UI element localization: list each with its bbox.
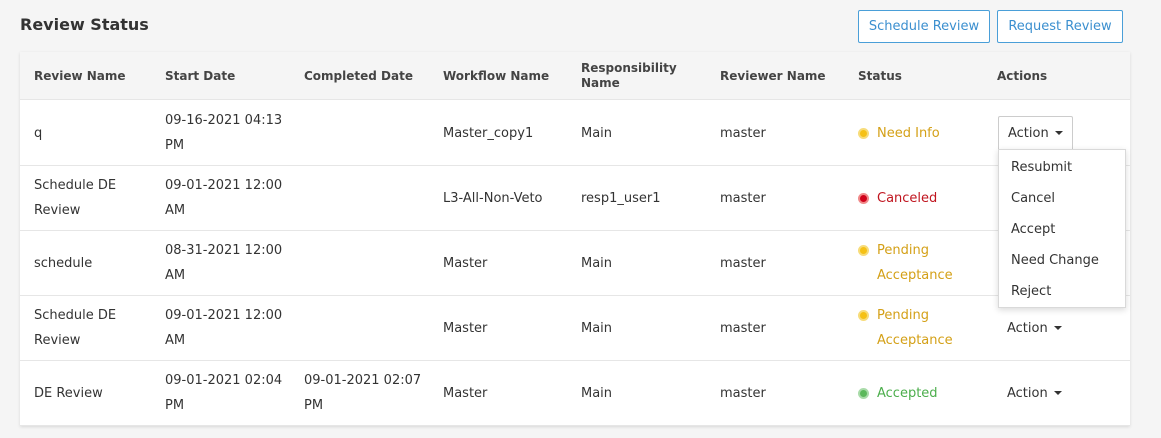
workflow-name-cell: Master [443,385,488,401]
status-dot-icon [858,245,869,256]
status-dot-icon [858,310,869,321]
responsibility-name-cell: resp1_user1 [581,190,661,206]
action-menu-item-accept[interactable]: Accept [999,214,1125,245]
review-name-cell: Schedule DE Review [34,308,117,348]
table-row: Schedule DE Review 09-01-2021 12:00 AM Mas… [20,296,1130,361]
action-menu-item-resubmit[interactable]: Resubmit [999,152,1125,183]
status-dot-icon [858,387,869,399]
status-badge: Pending Acceptance [858,303,967,353]
start-date-cell: 08-31-2021 12:00 AM [165,243,283,283]
status-text: Pending Acceptance [877,308,953,348]
table-row: DE Review 09-01-2021 02:04 PM 09-01-2021 0… [20,361,1130,426]
action-dropdown-button[interactable]: Action [997,376,1072,411]
action-label: Action [1007,385,1048,401]
caret-down-icon [1053,391,1062,395]
action-dropdown-button[interactable]: Action [998,115,1073,151]
review-name-cell: schedule [34,255,93,271]
table-row: q 09-16-2021 04:13 PM Master_copy1 Main mast… [20,101,1130,166]
reviewer-name-cell: master [720,190,766,206]
status-text: Pending Acceptance [877,243,953,283]
table-header: Review Name Start Date Completed Date Wo… [20,52,1130,100]
status-cell: Accepted [858,361,988,425]
review-table: Review Name Start Date Completed Date Wo… [20,52,1130,426]
reviewer-name-cell: master [720,255,766,271]
table-row: Schedule DE Review 09-01-2021 12:00 AM L3-… [20,166,1130,231]
status-text: Accepted [877,385,938,401]
completed-date-cell: 09-01-2021 02:07 PM [304,373,422,413]
workflow-name-cell: L3-All-Non-Veto [443,190,543,206]
column-header-workflow-name[interactable]: Workflow Name [443,52,573,100]
status-text: Need Info [877,125,940,141]
action-dropdown-menu: Resubmit Cancel Accept Need Change Reject [998,149,1126,308]
caret-down-icon [1053,326,1062,330]
schedule-review-button[interactable]: Schedule Review [858,10,990,43]
start-date-cell: 09-01-2021 12:00 AM [165,308,283,348]
column-header-responsibility-name[interactable]: Responsibility Name [581,52,681,100]
caret-down-icon [1054,131,1063,135]
status-badge: Canceled [858,186,937,211]
status-dot-icon [858,127,869,139]
review-name-cell: q [34,125,43,141]
action-label: Action [1008,125,1049,141]
action-menu-item-reject[interactable]: Reject [999,276,1125,307]
responsibility-name-cell: Main [581,255,613,271]
column-header-review-name[interactable]: Review Name [34,52,154,100]
action-menu-item-need-change[interactable]: Need Change [999,245,1125,276]
column-header-start-date[interactable]: Start Date [165,52,290,100]
review-name-cell: DE Review [34,385,103,401]
actions-cell: Action [997,361,1117,425]
responsibility-name-cell: Main [581,320,613,336]
action-dropdown-button[interactable]: Action [997,311,1072,346]
table-row: schedule 08-31-2021 12:00 AM Master Main mas… [20,231,1130,296]
status-cell: Pending Acceptance [858,231,988,295]
reviewer-name-cell: master [720,385,766,401]
status-cell: Canceled [858,166,988,230]
page-title: Review Status [20,15,149,34]
status-text: Canceled [877,190,938,206]
completed-date-cell [304,101,429,165]
column-header-completed-date[interactable]: Completed Date [304,52,429,100]
start-date-cell: 09-01-2021 02:04 PM [165,373,283,413]
column-header-status[interactable]: Status [858,52,988,100]
responsibility-name-cell: Main [581,385,613,401]
review-name-cell: Schedule DE Review [34,178,117,218]
status-badge: Pending Acceptance [858,238,967,288]
action-label: Action [1007,320,1048,336]
start-date-cell: 09-16-2021 04:13 PM [165,113,283,153]
workflow-name-cell: Master [443,255,488,271]
completed-date-cell [304,166,429,230]
completed-date-cell [304,296,429,360]
start-date-cell: 09-01-2021 12:00 AM [165,178,283,218]
request-review-button[interactable]: Request Review [997,10,1123,43]
status-badge: Accepted [858,381,938,406]
status-cell: Pending Acceptance [858,296,988,360]
review-status-page: Review Status Schedule Review Request Re… [0,0,1161,438]
workflow-name-cell: Master_copy1 [443,125,534,141]
reviewer-name-cell: master [720,125,766,141]
responsibility-name-cell: Main [581,125,613,141]
status-cell: Need Info [858,101,988,165]
completed-date-cell [304,231,429,295]
reviewer-name-cell: master [720,320,766,336]
status-dot-icon [858,192,869,204]
column-header-actions: Actions [997,68,1048,83]
column-header-reviewer-name[interactable]: Reviewer Name [720,52,840,100]
workflow-name-cell: Master [443,320,488,336]
action-menu-item-cancel[interactable]: Cancel [999,183,1125,214]
status-badge: Need Info [858,121,940,146]
